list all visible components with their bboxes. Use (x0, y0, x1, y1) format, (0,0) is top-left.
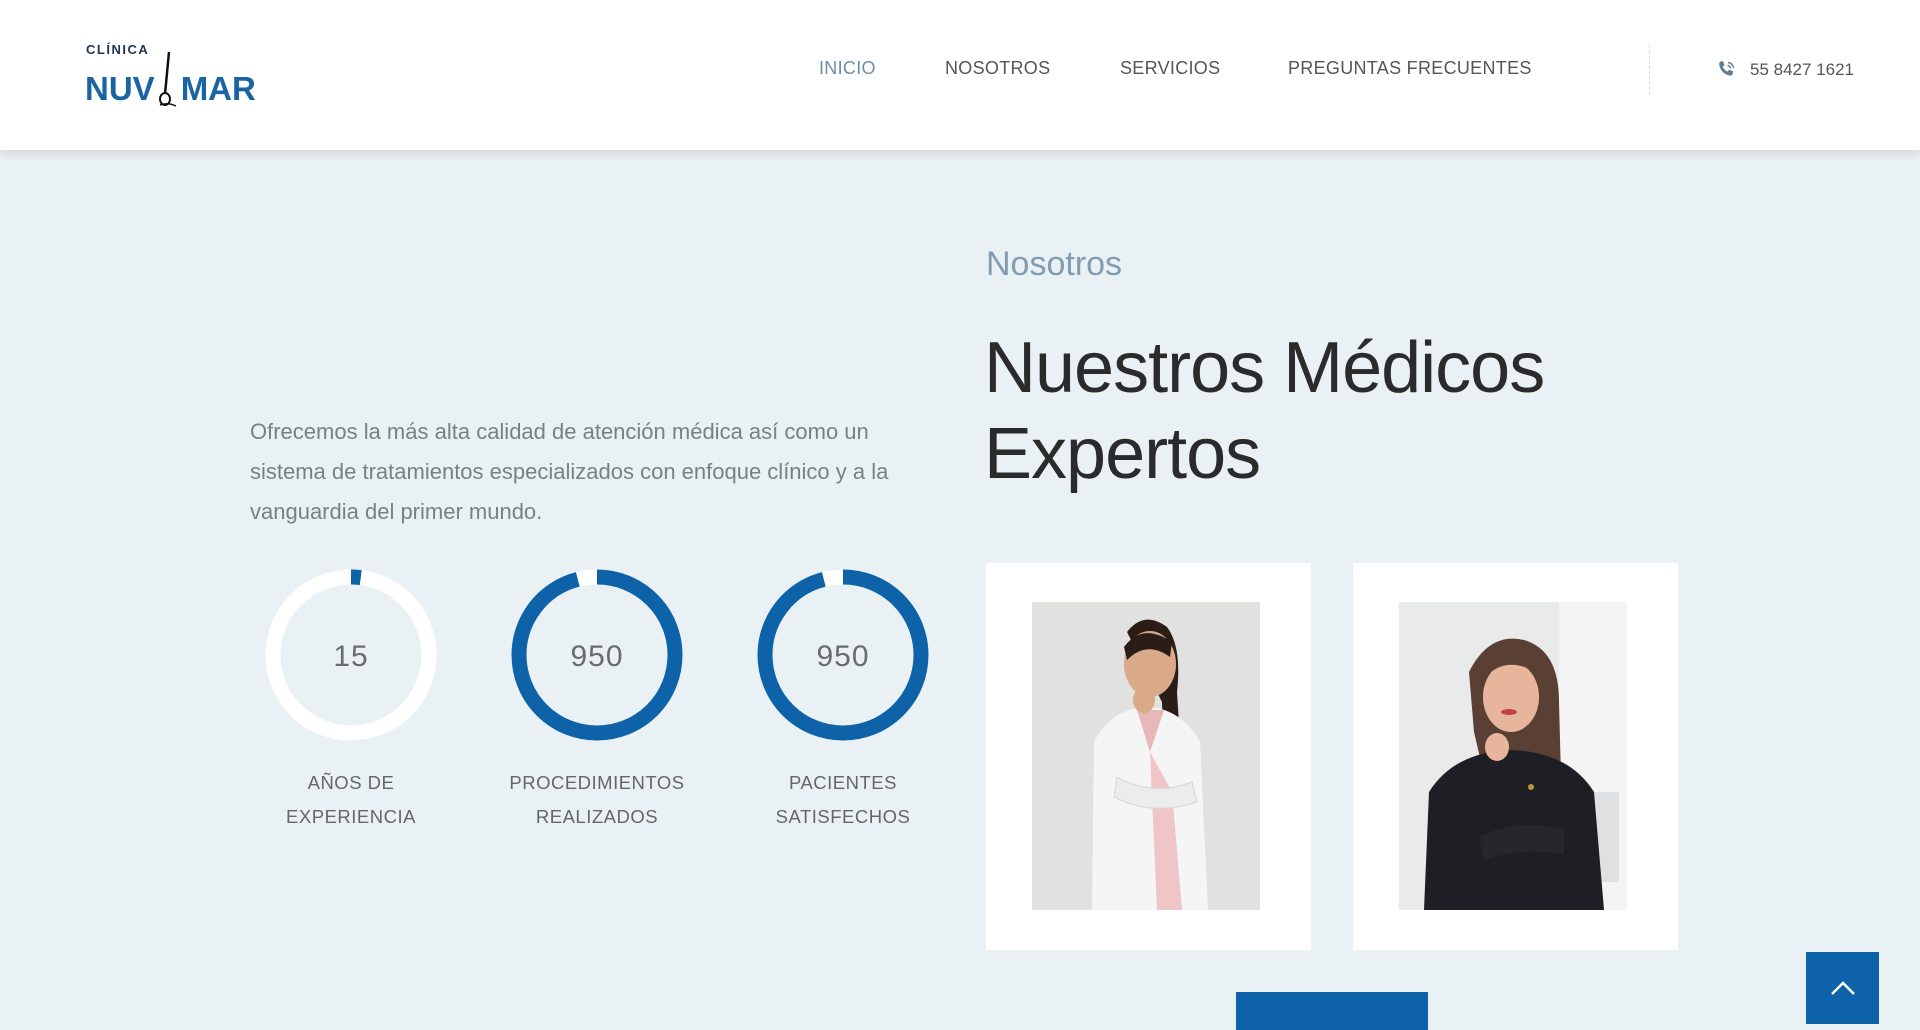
phone-icon (1719, 61, 1735, 76)
doctor-photo-1 (1032, 602, 1260, 910)
progress-ring: 950 (757, 569, 929, 741)
scroll-to-top-button[interactable] (1806, 952, 1879, 1024)
intro-paragraph: Ofrecemos la más alta calidad de atenció… (250, 419, 889, 524)
site-header: CLÍNICA NUV MAR INICIO NOSOTROS SERVICIO… (0, 0, 1920, 150)
header-divider (1649, 45, 1650, 95)
section-eyebrow: Nosotros (986, 245, 1123, 283)
doctor-portrait (1399, 602, 1627, 910)
logo-wordmark: NUV MAR (85, 50, 256, 108)
nav-item-nosotros[interactable]: NOSOTROS (945, 58, 1050, 79)
clinic-logo[interactable]: CLÍNICA NUV MAR (85, 38, 256, 108)
nav-item-inicio[interactable]: INICIO (819, 58, 876, 79)
hair-follicle-icon (158, 51, 177, 107)
doctor-photo-2 (1399, 602, 1627, 910)
section-heading: Nuestros Médicos Expertos (984, 328, 1545, 494)
stat-years-experience: 15 AÑOS DE EXPERIENCIA (256, 568, 446, 834)
view-more-button[interactable] (1236, 992, 1428, 1030)
stat-patients: 950 PACIENTES SATISFECHOS (748, 568, 938, 834)
progress-ring: 950 (511, 569, 683, 741)
stat-procedures: 950 PROCEDIMIENTOS REALIZADOS (502, 568, 692, 834)
doctor-card-2[interactable] (1353, 563, 1678, 950)
chevron-up-icon (1830, 981, 1855, 995)
stat-value: 15 (333, 640, 368, 673)
nav-item-servicios[interactable]: SERVICIOS (1120, 58, 1220, 79)
stat-label: AÑOS DE EXPERIENCIA (286, 772, 416, 827)
phone-number[interactable]: 55 8427 1621 (1750, 60, 1854, 80)
doctor-card-1[interactable] (986, 563, 1311, 950)
stat-label: PACIENTES SATISFECHOS (775, 772, 911, 827)
stat-value: 950 (816, 640, 869, 673)
doctor-portrait (1032, 602, 1260, 910)
logo-text-right: MAR (180, 70, 256, 107)
nav-item-preguntas-frecuentes[interactable]: PREGUNTAS FRECUENTES (1288, 58, 1532, 79)
logo-text-left: NUV (85, 70, 155, 107)
stat-value: 950 (570, 640, 623, 673)
phone-contact[interactable]: 55 8427 1621 (1714, 58, 1854, 82)
stat-label: PROCEDIMIENTOS REALIZADOS (509, 772, 685, 827)
progress-ring: 15 (265, 569, 437, 741)
